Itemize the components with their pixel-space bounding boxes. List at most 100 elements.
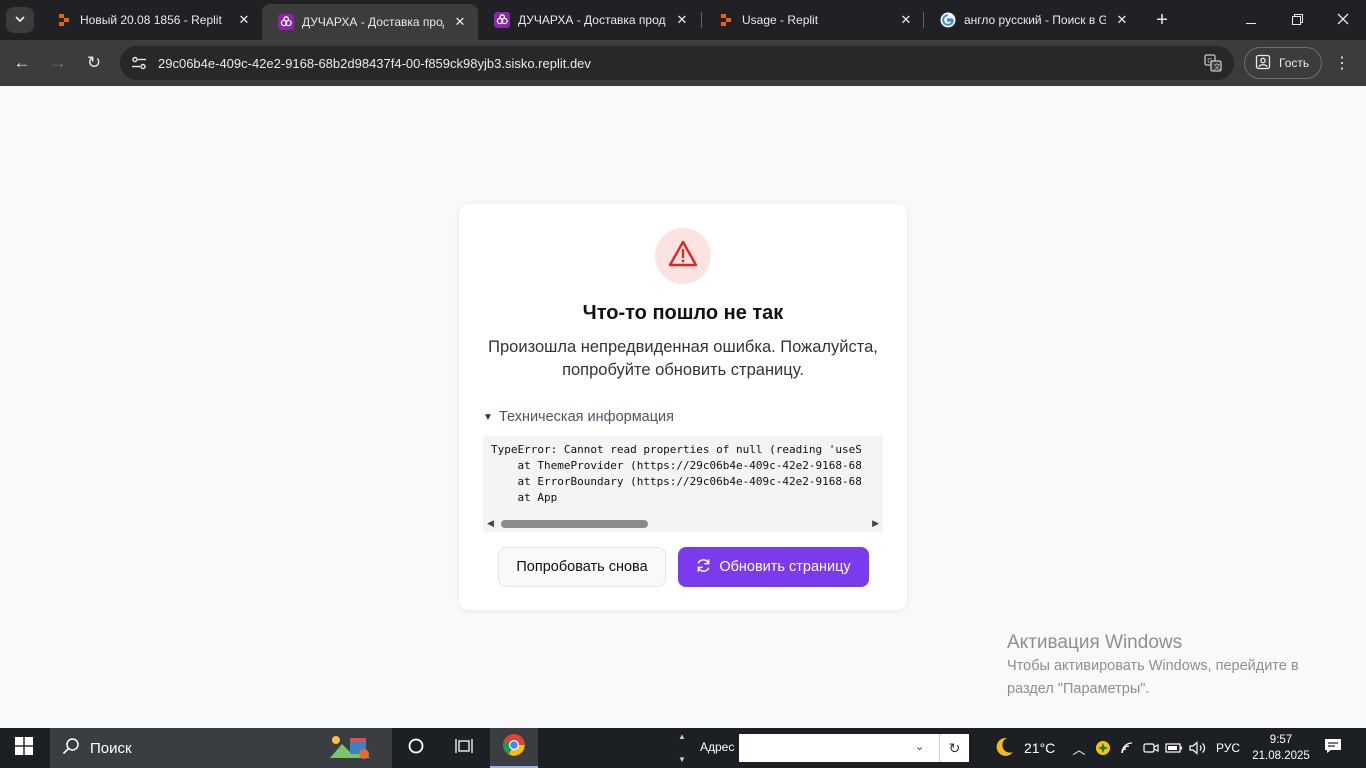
close-icon[interactable]: ✕ — [898, 12, 914, 28]
tab-ducharkha-active[interactable]: ДУЧАРХА - Доставка продук ✕ — [262, 4, 478, 40]
chevron-up-icon: ︿ — [1072, 741, 1086, 757]
warning-triangle-icon — [668, 240, 698, 273]
volume-icon[interactable] — [1188, 728, 1208, 768]
scrollbar-thumb[interactable] — [501, 520, 648, 528]
close-icon[interactable]: ✕ — [452, 14, 468, 30]
app-icon — [494, 12, 510, 28]
refresh-icon: ↻ — [948, 739, 961, 756]
refresh-icon — [696, 558, 711, 577]
back-button[interactable]: ← — [8, 49, 36, 77]
arrow-left-icon: ← — [13, 53, 31, 72]
activation-title: Активация Windows — [1007, 632, 1183, 653]
cortana-button[interactable] — [392, 728, 440, 768]
arrow-right-icon: → — [49, 53, 67, 72]
address-bar[interactable]: 29c06b4e-409c-42e2-9168-68b2d98437f4-00-… — [120, 46, 1234, 80]
notification-icon — [1324, 738, 1342, 759]
clock[interactable]: 9:57 21.08.2025 — [1252, 732, 1310, 764]
tab-usage-replit[interactable]: Usage - Replit ✕ — [702, 0, 924, 40]
clock-time: 9:57 — [1269, 734, 1293, 746]
taskbar: Поиск ▲ ▼ Адрес ⌄ ↻ 21°C ︿ РУС 9:57 21.0… — [0, 728, 1366, 768]
plus-icon: + — [1156, 8, 1168, 31]
scroll-right-icon[interactable]: ▶ — [872, 518, 879, 529]
input-language[interactable]: РУС — [1216, 741, 1240, 755]
caret-down-icon[interactable]: ▼ — [678, 755, 686, 764]
close-icon[interactable]: ✕ — [674, 12, 690, 28]
start-button[interactable] — [0, 728, 48, 768]
caret-up-icon[interactable]: ▲ — [678, 732, 686, 741]
weather-widget[interactable]: 21°C — [992, 728, 1055, 768]
network-icon[interactable] — [1118, 728, 1138, 768]
minimize-icon — [1246, 12, 1256, 28]
action-center-button[interactable] — [1318, 728, 1348, 768]
profile-label: Гость — [1279, 56, 1310, 70]
close-icon[interactable]: ✕ — [236, 12, 252, 28]
svg-text:文: 文 — [1214, 62, 1221, 71]
taskbar-search-box[interactable]: Поиск — [50, 728, 392, 768]
tab-title: Usage - Replit — [742, 13, 819, 27]
show-hidden-icons-button[interactable]: ︿ — [1070, 728, 1088, 768]
tab-replit-new[interactable]: Новый 20.08 1856 - Replit ✕ — [40, 0, 262, 40]
search-highlight-icon — [326, 730, 374, 767]
more-vertical-icon: ⋮ — [1334, 55, 1350, 72]
tab-ducharkha[interactable]: ДУЧАРХА - Доставка продук ✕ — [478, 0, 700, 40]
task-view-icon — [455, 738, 473, 759]
reload-button[interactable]: ↻ — [80, 49, 108, 77]
chevron-down-icon[interactable]: ⌄ — [915, 740, 924, 753]
address-toolbar-label: Адрес — [700, 740, 735, 754]
reload-icon: ↻ — [86, 53, 102, 72]
tab-title: ДУЧАРХА - Доставка продук — [518, 13, 666, 27]
clock-date: 21.08.2025 — [1252, 750, 1310, 762]
close-window-button[interactable] — [1320, 0, 1366, 40]
tab-strip: Новый 20.08 1856 - Replit ✕ ДУЧАРХА - До… — [0, 0, 1366, 40]
temperature: 21°C — [1024, 740, 1056, 756]
translate-icon[interactable]: G文 — [1204, 54, 1222, 72]
error-message: Произошла непредвиденная ошибка. Пожалуй… — [488, 338, 878, 379]
tab-google-search[interactable]: англо русский - Поиск в G ✕ — [924, 0, 1140, 40]
error-badge — [655, 228, 711, 284]
reload-page-button[interactable]: Обновить страницу — [678, 547, 869, 587]
scroll-left-icon[interactable]: ◀ — [487, 518, 494, 529]
triangle-down-icon: ▼ — [483, 411, 493, 423]
replit-icon — [56, 12, 72, 28]
chrome-taskbar-button[interactable] — [490, 728, 538, 768]
browser-menu-button[interactable]: ⋮ — [1334, 49, 1350, 77]
new-tab-button[interactable]: + — [1150, 8, 1174, 32]
site-info-icon[interactable] — [122, 46, 156, 80]
app-icon — [278, 14, 294, 30]
meet-now-icon[interactable] — [1141, 728, 1161, 768]
activation-line-1: Чтобы активировать Windows, перейдите в — [1007, 658, 1299, 674]
restore-icon — [1291, 12, 1303, 28]
tab-search-button[interactable] — [6, 7, 34, 33]
cortana-circle-icon — [408, 738, 424, 759]
reload-page-label: Обновить страницу — [719, 559, 851, 575]
url-text[interactable]: 29c06b4e-409c-42e2-9168-68b2d98437f4-00-… — [158, 56, 591, 71]
address-toolbar-input[interactable]: ⌄ ↻ — [739, 734, 969, 762]
error-title: Что-то пошло не так — [582, 302, 784, 324]
minimize-button[interactable] — [1228, 0, 1274, 40]
toolbar-scroll-buttons[interactable]: ▲ ▼ — [676, 728, 688, 768]
profile-button[interactable]: Гость — [1244, 47, 1322, 79]
page-viewport: Что-то пошло не так Произошла непредвиде… — [0, 86, 1366, 728]
tab-title: Новый 20.08 1856 - Replit — [80, 13, 222, 27]
horizontal-scrollbar[interactable]: ◀ ▶ — [483, 515, 883, 531]
tab-title: ДУЧАРХА - Доставка продук — [302, 15, 444, 29]
search-icon — [62, 737, 80, 760]
guest-profile-icon — [1255, 54, 1271, 73]
tray-app-icon[interactable] — [1093, 728, 1113, 768]
close-icon — [1337, 12, 1349, 28]
battery-icon[interactable] — [1164, 728, 1184, 768]
replit-icon — [718, 12, 734, 28]
restore-button[interactable] — [1274, 0, 1320, 40]
task-view-button[interactable] — [440, 728, 488, 768]
forward-button[interactable]: → — [44, 49, 72, 77]
technical-details-label: Техническая информация — [498, 409, 674, 425]
moon-icon — [992, 735, 1016, 762]
go-button[interactable]: ↻ — [939, 734, 969, 762]
chevron-down-icon — [15, 14, 25, 26]
technical-details-toggle[interactable]: ▼ Техническая информация — [483, 409, 674, 425]
chrome-icon — [502, 733, 526, 762]
taskbar-search-placeholder: Поиск — [90, 739, 132, 757]
close-icon[interactable]: ✕ — [1114, 12, 1130, 28]
try-again-button[interactable]: Попробовать снова — [498, 547, 666, 587]
error-card: Что-то пошло не так Произошла непредвиде… — [459, 204, 907, 610]
